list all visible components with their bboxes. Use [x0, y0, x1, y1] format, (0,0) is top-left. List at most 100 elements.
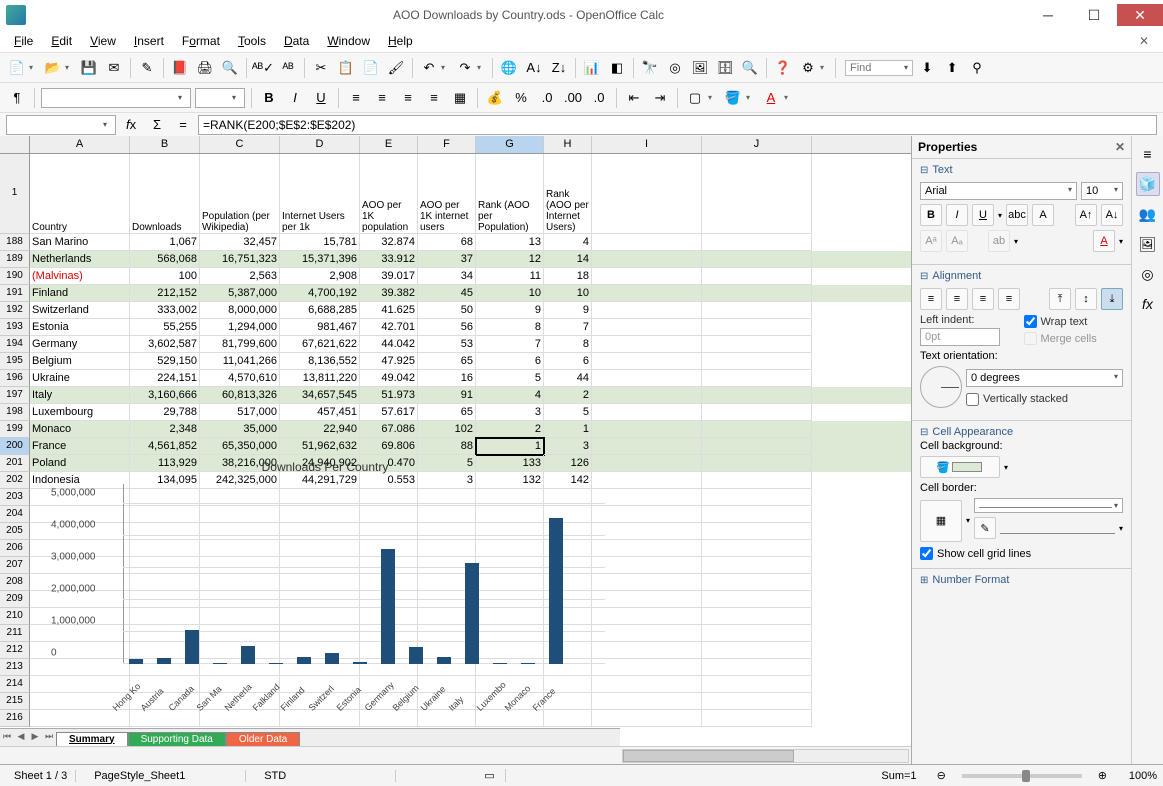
- cell[interactable]: 5: [544, 404, 592, 421]
- row-header[interactable]: 191: [0, 285, 30, 302]
- status-sum[interactable]: Sum=1: [516, 770, 926, 782]
- zoom-in-icon[interactable]: ⊕: [1098, 769, 1107, 782]
- cell[interactable]: 2,348: [130, 421, 200, 438]
- decrease-indent-icon[interactable]: ⇤: [623, 87, 645, 109]
- cell[interactable]: France: [30, 438, 130, 455]
- border-style-combo[interactable]: ▾: [974, 498, 1123, 513]
- cell[interactable]: 1,067: [130, 234, 200, 251]
- panel-align-right-icon[interactable]: ≡: [972, 288, 994, 310]
- close-button[interactable]: ✕: [1117, 4, 1163, 26]
- status-mode[interactable]: STD: [256, 770, 396, 782]
- cell[interactable]: 1: [476, 438, 544, 455]
- format-paint-icon[interactable]: 🖌: [385, 57, 407, 79]
- cell[interactable]: Finland: [30, 285, 130, 302]
- cell[interactable]: Ukraine: [30, 370, 130, 387]
- panel-valign-mid-icon[interactable]: ↕: [1075, 288, 1097, 310]
- header-cell[interactable]: AOO per 1K population: [360, 154, 418, 234]
- gridlines-checkbox[interactable]: [920, 547, 933, 560]
- cell[interactable]: [702, 472, 812, 489]
- cell[interactable]: [702, 404, 812, 421]
- cell[interactable]: 16,751,323: [200, 251, 280, 268]
- row-header[interactable]: 197: [0, 387, 30, 404]
- col-header-H[interactable]: H: [544, 136, 592, 153]
- cell[interactable]: 224,151: [130, 370, 200, 387]
- menu-view[interactable]: View: [82, 32, 124, 50]
- col-header-A[interactable]: A: [30, 136, 130, 153]
- cell[interactable]: [592, 625, 702, 642]
- row-header[interactable]: 194: [0, 336, 30, 353]
- panel-underline-icon[interactable]: U: [972, 204, 994, 226]
- cell[interactable]: [702, 574, 812, 591]
- cell[interactable]: 55,255: [130, 319, 200, 336]
- cell[interactable]: [592, 557, 702, 574]
- header-cell[interactable]: Internet Users per 1k: [280, 154, 360, 234]
- bgcolor-icon[interactable]: 🪣: [722, 87, 744, 109]
- cell[interactable]: 50: [418, 302, 476, 319]
- cell[interactable]: [702, 234, 812, 251]
- copy-icon[interactable]: 📋: [335, 57, 357, 79]
- row-header[interactable]: 206: [0, 540, 30, 557]
- cell[interactable]: 34: [418, 268, 476, 285]
- cell[interactable]: 8: [476, 319, 544, 336]
- panel-grow-font-icon[interactable]: A↑: [1075, 204, 1097, 226]
- cell[interactable]: [702, 540, 812, 557]
- cell[interactable]: [702, 489, 812, 506]
- cell[interactable]: 51,962,632: [280, 438, 360, 455]
- row-header[interactable]: 199: [0, 421, 30, 438]
- row-header[interactable]: 208: [0, 574, 30, 591]
- cell[interactable]: 1: [544, 421, 592, 438]
- numfmt-title[interactable]: Number Format: [920, 572, 1123, 588]
- row-header[interactable]: 212: [0, 642, 30, 659]
- row-header[interactable]: 190: [0, 268, 30, 285]
- cell[interactable]: [702, 625, 812, 642]
- menu-help[interactable]: Help: [380, 32, 421, 50]
- font-name-input[interactable]: Arial: [46, 91, 176, 105]
- row-header[interactable]: 204: [0, 506, 30, 523]
- row-header[interactable]: 216: [0, 710, 30, 727]
- header-cell[interactable]: Rank (AOO per Internet Users): [544, 154, 592, 234]
- cell[interactable]: 212,152: [130, 285, 200, 302]
- increase-indent-icon[interactable]: ⇥: [649, 87, 671, 109]
- row-header[interactable]: 189: [0, 251, 30, 268]
- cell[interactable]: [200, 710, 280, 727]
- show-draw-icon[interactable]: ◧: [606, 57, 628, 79]
- remove-decimal-icon[interactable]: .0: [588, 87, 610, 109]
- cell[interactable]: 333,002: [130, 302, 200, 319]
- row-header[interactable]: 200: [0, 438, 30, 455]
- cell[interactable]: 981,467: [280, 319, 360, 336]
- row-header[interactable]: 201: [0, 455, 30, 472]
- bg-color-picker[interactable]: 🪣: [920, 456, 1000, 478]
- close-panel-icon[interactable]: ✕: [1115, 140, 1125, 154]
- row-header[interactable]: 198: [0, 404, 30, 421]
- cell[interactable]: [702, 523, 812, 540]
- cell[interactable]: 41.625: [360, 302, 418, 319]
- cell[interactable]: 10: [544, 285, 592, 302]
- chevron-down-icon[interactable]: ▾: [103, 120, 107, 129]
- redo-icon[interactable]: ↷: [454, 57, 476, 79]
- panel-align-left-icon[interactable]: ≡: [920, 288, 942, 310]
- tab-first-icon[interactable]: ⏮: [0, 731, 14, 745]
- panel-sub-icon[interactable]: Aₐ: [946, 230, 968, 252]
- header-cell[interactable]: [702, 154, 812, 234]
- cell[interactable]: 91: [418, 387, 476, 404]
- cell[interactable]: 45: [418, 285, 476, 302]
- cell[interactable]: [702, 285, 812, 302]
- row-header[interactable]: 195: [0, 353, 30, 370]
- datasources-icon[interactable]: 🗄: [714, 57, 736, 79]
- menu-edit[interactable]: Edit: [43, 32, 80, 50]
- cell[interactable]: 81,799,600: [200, 336, 280, 353]
- panel-align-center-icon[interactable]: ≡: [946, 288, 968, 310]
- status-sheet[interactable]: Sheet 1 / 3: [6, 770, 76, 782]
- cell[interactable]: 51.973: [360, 387, 418, 404]
- cell[interactable]: San Marino: [30, 234, 130, 251]
- zoom-out-icon[interactable]: ⊖: [937, 769, 946, 782]
- zoom-value[interactable]: 100%: [1117, 770, 1157, 782]
- font-size-input[interactable]: 10: [200, 91, 230, 105]
- cell[interactable]: Belgium: [30, 353, 130, 370]
- chevron-down-icon[interactable]: ▾: [904, 63, 908, 72]
- cell[interactable]: 3,160,666: [130, 387, 200, 404]
- cell[interactable]: 3: [544, 438, 592, 455]
- panel-shrink-font-icon[interactable]: A↓: [1101, 204, 1123, 226]
- cell[interactable]: [30, 710, 130, 727]
- number-format-icon[interactable]: .0: [536, 87, 558, 109]
